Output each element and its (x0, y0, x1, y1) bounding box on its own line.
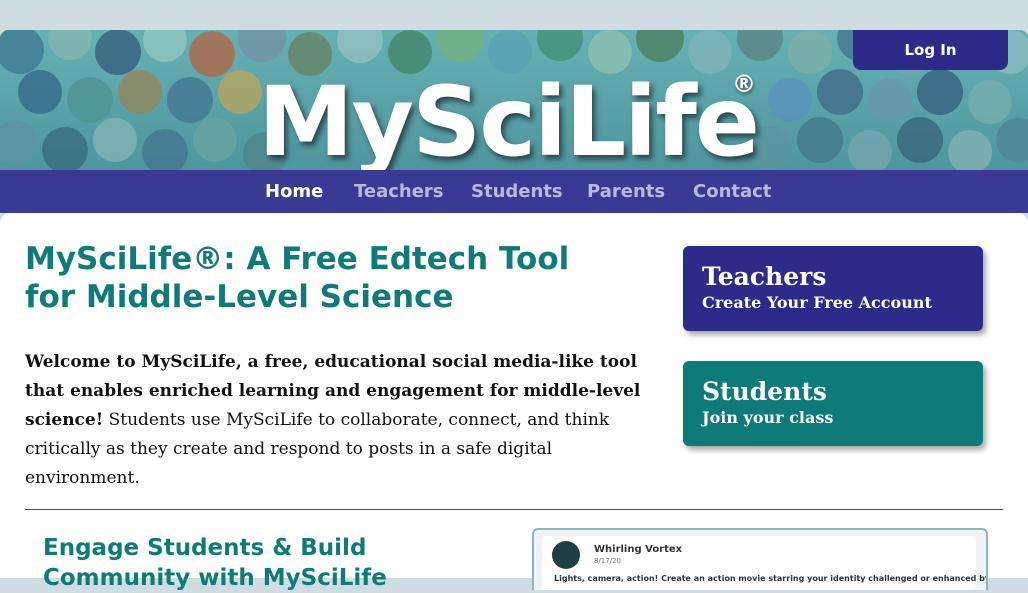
nav-contact[interactable]: Contact (693, 170, 771, 213)
top-strip (0, 0, 1028, 30)
page-title: MySciLife®: A Free Edtech Tool for Middl… (25, 241, 570, 315)
preview-username: Whirling Vortex (594, 544, 683, 555)
students-card-title: Students (702, 377, 827, 406)
login-button[interactable]: Log In (853, 30, 1008, 70)
registered-mark: ® (732, 70, 756, 98)
students-join-card[interactable]: Students Join your class (683, 361, 983, 446)
nav-teachers[interactable]: Teachers (354, 170, 444, 213)
section-title: Engage Students & Build Community with M… (43, 535, 387, 591)
nav-parents[interactable]: Parents (587, 170, 665, 213)
nav-home[interactable]: Home (265, 170, 323, 213)
teachers-signup-card[interactable]: Teachers Create Your Free Account (683, 246, 983, 331)
nav-students[interactable]: Students (471, 170, 563, 213)
app-preview-screenshot: Whirling Vortex 8/17/20 Lights, camera, … (532, 528, 988, 590)
intro-text: Students use MySciLife to collaborate, c… (25, 410, 610, 488)
preview-avatar (552, 541, 580, 569)
main-content: MySciLife®: A Free Edtech Tool for Middl… (0, 213, 1028, 591)
section-divider (25, 509, 1003, 510)
teachers-card-title: Teachers (702, 262, 827, 291)
preview-post: Whirling Vortex 8/17/20 Lights, camera, … (542, 536, 986, 590)
students-card-subtitle: Join your class (702, 408, 834, 427)
intro-paragraph: Welcome to MySciLife, a free, educationa… (25, 348, 650, 493)
preview-post-text: Lights, camera, action! Create an action… (554, 574, 988, 583)
site-logo[interactable]: MySciLife (258, 74, 760, 170)
preview-date: 8/17/20 (594, 557, 621, 565)
main-nav: Home Teachers Students Parents Contact (0, 170, 1028, 213)
teachers-card-subtitle: Create Your Free Account (702, 293, 932, 312)
